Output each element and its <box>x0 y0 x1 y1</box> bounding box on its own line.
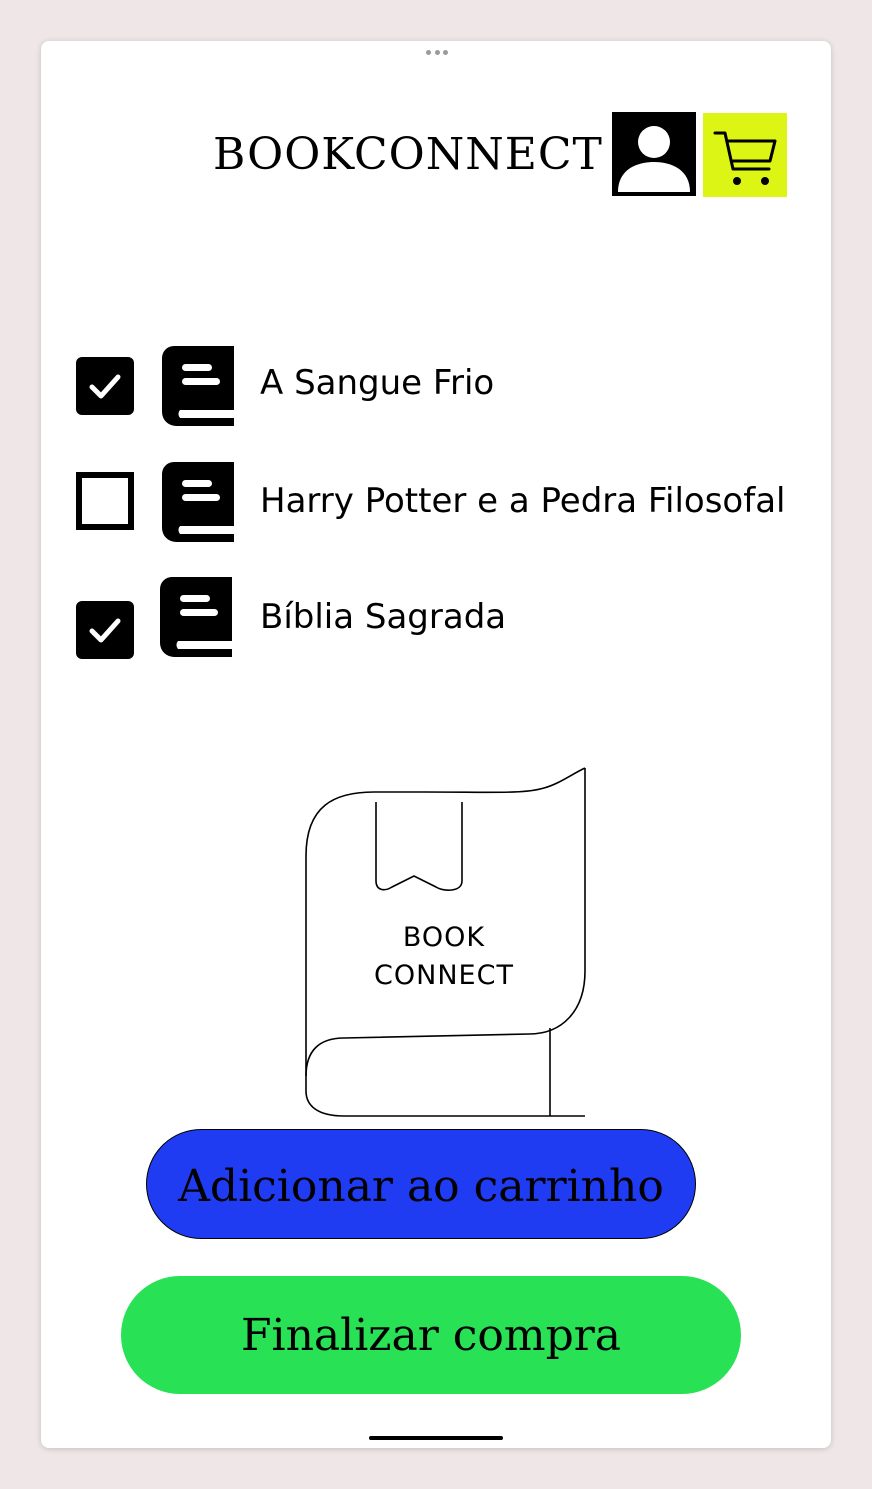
brand-title: BOOKCONNECT <box>213 129 603 180</box>
check-icon <box>89 618 121 643</box>
check-icon <box>89 374 121 399</box>
logo-text-line2: CONNECT <box>374 960 514 991</box>
add-to-cart-button[interactable]: Adicionar ao carrinho <box>146 1129 696 1239</box>
book-checkbox-1[interactable] <box>76 357 134 415</box>
profile-button[interactable] <box>612 112 696 196</box>
checkout-button[interactable]: Finalizar compra <box>121 1276 741 1394</box>
list-item: A Sangue Frio <box>76 346 816 426</box>
cart-icon <box>713 131 777 185</box>
list-item: Bíblia Sagrada <box>76 577 816 659</box>
top-handle-dots <box>426 50 448 56</box>
app-screen: BOOKCONNECT A Sangue Frio Harry Potter e… <box>41 41 831 1448</box>
user-icon <box>612 112 696 196</box>
logo-text-line1: BOOK <box>402 922 486 953</box>
cart-button[interactable] <box>703 113 787 197</box>
book-icon <box>160 577 232 657</box>
book-checkbox-3[interactable] <box>76 601 134 659</box>
book-title: A Sangue Frio <box>260 363 495 403</box>
book-icon <box>162 462 234 542</box>
list-item: Harry Potter e a Pedra Filosofal <box>76 462 816 542</box>
book-title: Harry Potter e a Pedra Filosofal <box>260 481 786 521</box>
home-indicator <box>369 1436 503 1440</box>
book-checkbox-2[interactable] <box>76 472 134 530</box>
book-icon <box>162 346 234 426</box>
book-title: Bíblia Sagrada <box>260 597 507 637</box>
